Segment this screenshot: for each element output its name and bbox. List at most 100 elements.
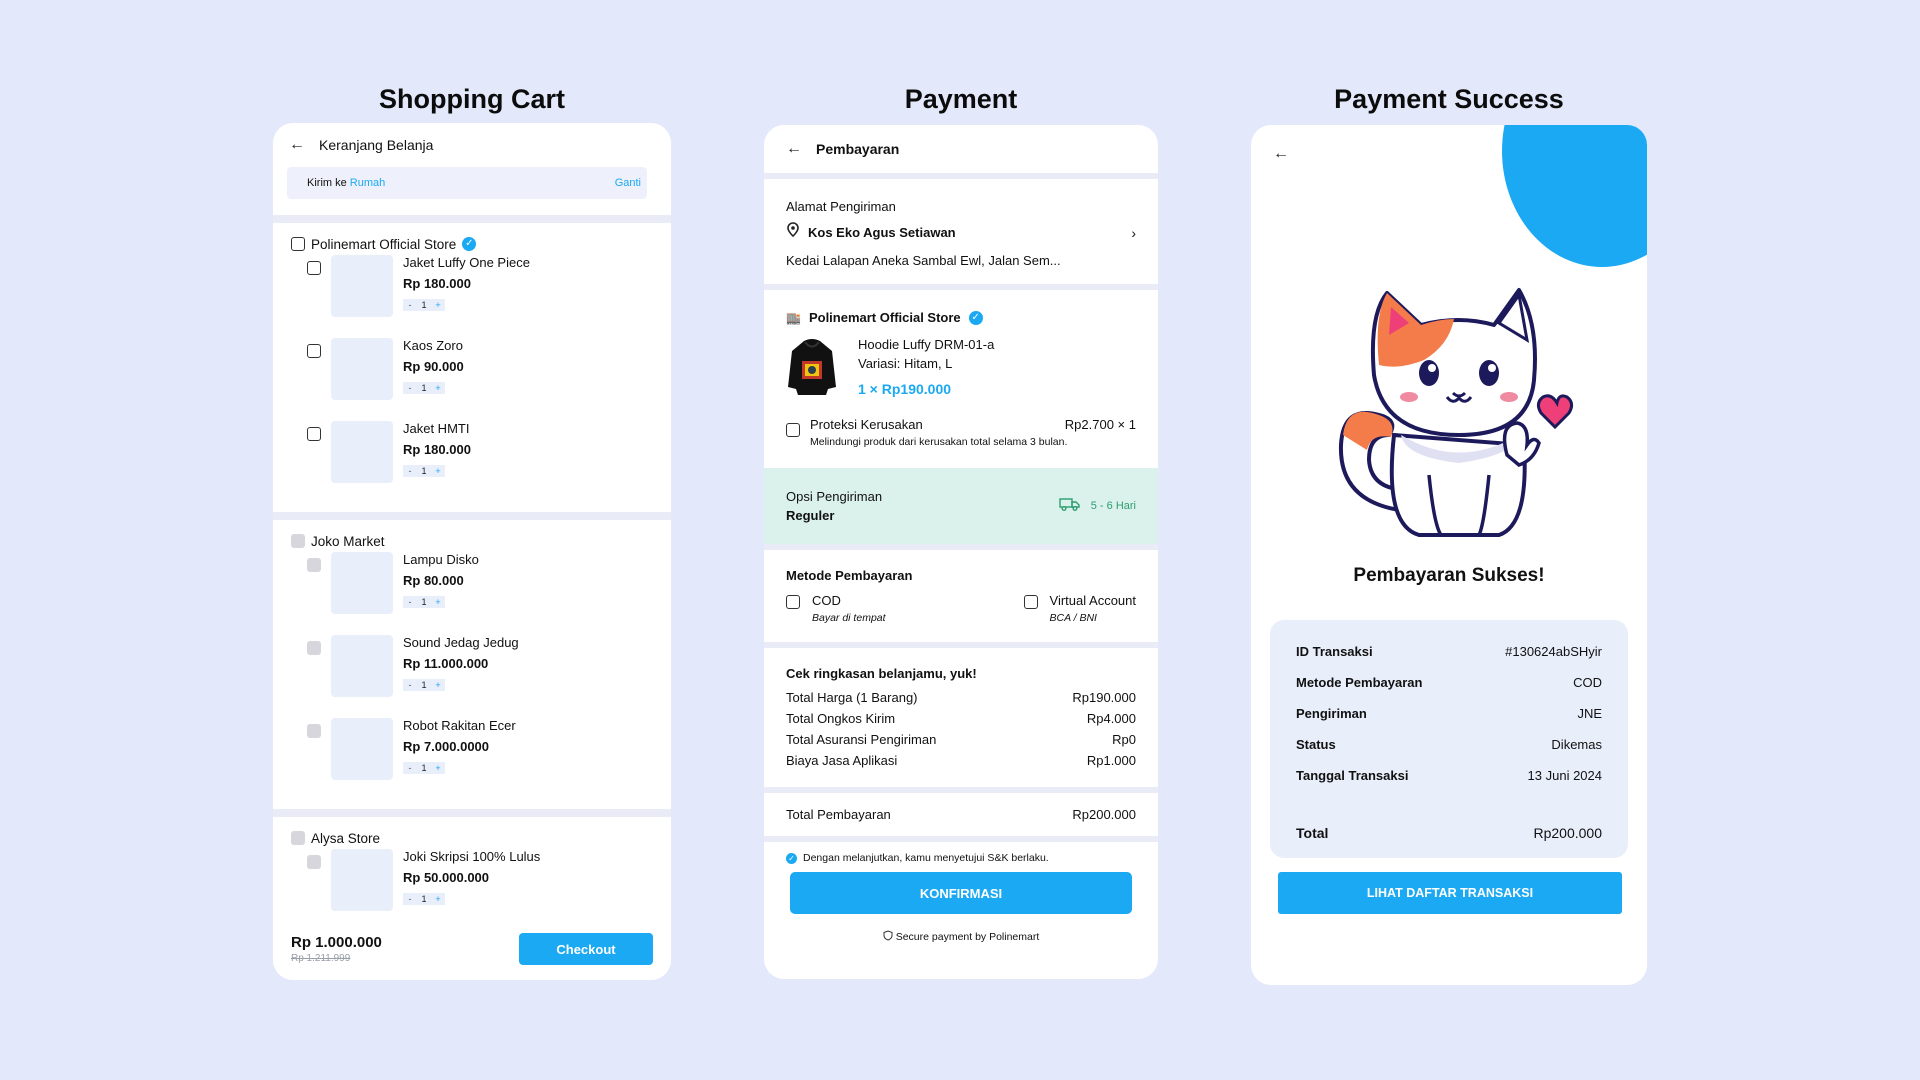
qty-minus-button[interactable]: - [403,762,417,774]
quantity-stepper: - 1 + [403,893,540,905]
item-checkbox[interactable] [307,724,321,738]
cart-title: Keranjang Belanja [319,137,434,153]
detail-label: Tanggal Transaksi [1296,768,1409,783]
item-checkbox[interactable] [307,641,321,655]
verified-badge-icon: ✓ [462,237,477,251]
qty-minus-button[interactable]: - [403,596,417,608]
agree-row: ✓ Dengan melanjutkan, kamu menyetujui S&… [764,842,1158,864]
detail-label: Status [1296,737,1336,752]
product-thumbnail [331,718,393,780]
qty-plus-button[interactable]: + [431,299,445,311]
total-payment-label: Total Pembayaran [786,807,891,822]
qty-plus-button[interactable]: + [431,893,445,905]
item-checkbox[interactable] [307,261,321,275]
qty-value: 1 [417,382,431,394]
qty-minus-button[interactable]: - [403,679,417,691]
qty-plus-button[interactable]: + [431,382,445,394]
qty-minus-button[interactable]: - [403,893,417,905]
protection-checkbox[interactable] [786,423,800,437]
view-transactions-button[interactable]: LIHAT DAFTAR TRANSAKSI [1278,872,1622,914]
quantity-stepper: - 1 + [403,679,519,691]
store-icon: 🏬 [786,310,801,325]
qty-minus-button[interactable]: - [403,299,417,311]
back-arrow-icon[interactable]: ← [786,140,802,158]
qty-plus-button[interactable]: + [431,762,445,774]
detail-label: Pengiriman [1296,706,1367,721]
ship-prefix: Kirim ke [307,177,347,189]
qty-minus-button[interactable]: - [403,465,417,477]
item-checkbox[interactable] [307,855,321,869]
product-qty-price: 1 × Rp190.000 [858,381,952,397]
protection-price: Rp2.700 × 1 [1064,417,1136,432]
qty-plus-button[interactable]: + [431,679,445,691]
summary-label: Total Harga (1 Barang) [786,690,918,705]
agree-check-icon[interactable]: ✓ [786,852,797,864]
payment-panel-title: Payment [904,84,1018,114]
truck-icon [1059,497,1081,516]
store-checkbox[interactable] [291,831,305,845]
cart-item: Sound Jedag Jedug Rp 11.000.000 - 1 + [291,635,653,718]
back-arrow-icon[interactable]: ← [289,136,305,154]
total-payment-value: Rp200.000 [1072,807,1136,822]
item-name: Jaket HMTI [403,421,470,436]
qty-value: 1 [417,596,431,608]
quantity-stepper: - 1 + [403,382,464,394]
item-checkbox[interactable] [307,427,321,441]
qty-plus-button[interactable]: + [431,465,445,477]
store-header: Joko Market [291,530,653,552]
method-cod[interactable]: COD Bayar di tempat [786,593,886,624]
store-checkbox[interactable] [291,237,305,251]
payment-header: ← Pembayaran [764,125,1158,173]
cod-checkbox[interactable] [786,595,800,609]
item-price: Rp 80.000 [403,573,464,588]
detail-rows: ID Transaksi #130624abSHyir Metode Pembay… [1296,636,1602,791]
total-payment-row: Total Pembayaran Rp200.000 [764,793,1158,836]
address-label: Alamat Pengiriman [786,199,896,214]
change-address-link[interactable]: Ganti [615,177,641,189]
product-thumbnail [331,421,393,483]
cart-footer: Rp 1.000.000 Rp 1.211.999 Checkout [273,918,671,980]
method-virtual-account[interactable]: Virtual Account BCA / BNI [1023,593,1136,624]
qty-plus-button[interactable]: + [431,596,445,608]
address-name: Kos Eko Agus Setiawan [808,225,956,240]
checkout-button[interactable]: Checkout [519,933,653,965]
address-section[interactable]: Alamat Pengiriman Kos Eko Agus Setiawan … [764,179,1158,284]
address-detail: Kedai Lalapan Aneka Sambal Ewl, Jalan Se… [786,253,1061,268]
item-name: Kaos Zoro [403,338,463,353]
back-arrow-icon[interactable]: ← [1273,145,1289,163]
store-name: Joko Market [311,533,385,549]
secure-text: Secure payment by Polinemart [895,931,1040,943]
cart-total-old: Rp 1.211.999 [291,953,351,964]
transaction-details-card: ID Transaksi #130624abSHyir Metode Pembay… [1270,620,1628,858]
detail-value: COD [1573,675,1602,690]
cart-item: Kaos Zoro Rp 90.000 - 1 + [291,338,653,421]
hoodie-product-image [786,337,838,397]
payment-title: Pembayaran [816,141,900,157]
item-name: Robot Rakitan Ecer [403,718,516,733]
store-checkbox[interactable] [291,534,305,548]
payment-method-section: Metode Pembayaran COD Bayar di tempat Vi… [764,550,1158,642]
item-checkbox[interactable] [307,344,321,358]
shield-icon [883,928,893,946]
shipping-destination-bar: Kirim ke Rumah Ganti [287,167,647,199]
shipping-option[interactable]: Opsi Pengiriman Reguler 5 - 6 Hari [764,468,1158,544]
section-divider [273,215,671,223]
item-price: Rp 90.000 [403,359,464,374]
product-thumbnail [331,338,393,400]
item-price: Rp 180.000 [403,442,471,457]
method-name: COD [812,593,841,608]
payment-method-label: Metode Pembayaran [786,568,913,583]
cart-store: Joko Market Lampu Disko Rp 80.000 - 1 + … [273,520,671,809]
shipping-eta: 5 - 6 Hari [1090,500,1136,512]
virtual-account-checkbox[interactable] [1023,595,1038,609]
chevron-right-icon[interactable]: › [1131,225,1136,241]
item-checkbox[interactable] [307,558,321,572]
qty-minus-button[interactable]: - [403,382,417,394]
detail-value: Dikemas [1551,737,1602,752]
detail-total-row: Total Rp200.000 [1296,817,1602,848]
cart-store-list: Polinemart Official Store ✓ Jaket Luffy … [273,223,671,980]
confirm-button[interactable]: KONFIRMASI [790,872,1132,914]
detail-total-label: Total [1296,824,1329,841]
store-header: Polinemart Official Store ✓ [291,233,653,255]
section-divider [273,809,671,817]
